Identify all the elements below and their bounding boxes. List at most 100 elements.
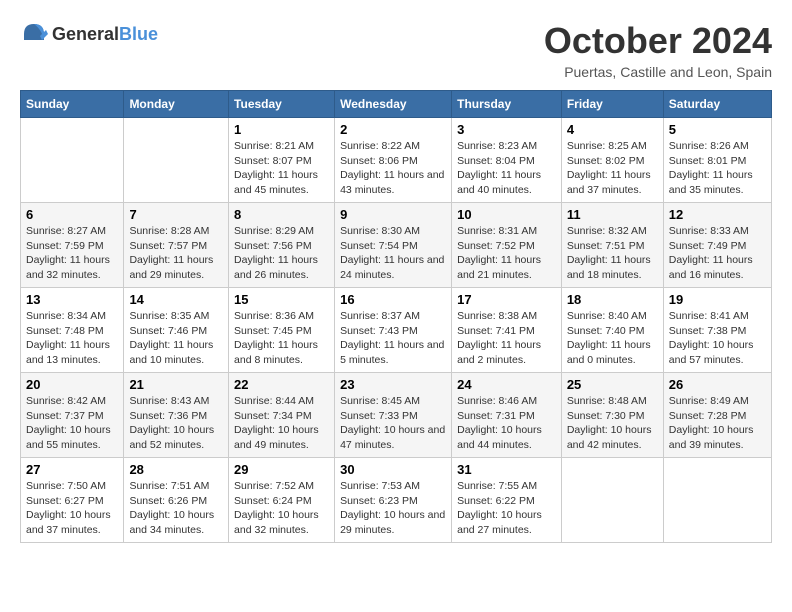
- day-info: Sunrise: 8:34 AM Sunset: 7:48 PM Dayligh…: [26, 309, 118, 368]
- day-cell: 7Sunrise: 8:28 AM Sunset: 7:57 PM Daylig…: [124, 203, 229, 288]
- day-cell: 11 Sunrise: 8:32 AM Sunset: 7:51 PM Dayli…: [561, 203, 663, 288]
- day-number: 7: [129, 207, 223, 222]
- day-info: Sunrise: 8:25 AM Sunset: 8:02 PM Dayligh…: [567, 139, 658, 198]
- week-row-2: 6 Sunrise: 8:27 AM Sunset: 7:59 PM Daylig…: [21, 203, 772, 288]
- day-info: Sunrise: 8:37 AM Sunset: 7:43 PM Dayligh…: [340, 309, 446, 368]
- day-number: 11: [567, 207, 658, 222]
- day-info: Sunrise: 8:35 AM Sunset: 7:46 PM Dayligh…: [129, 309, 223, 368]
- day-info: Sunrise: 8:38 AM Sunset: 7:41 PM Dayligh…: [457, 309, 556, 368]
- day-number: 19: [669, 292, 766, 307]
- day-number: 17: [457, 292, 556, 307]
- day-info: Sunrise: 8:45 AM Sunset: 7:33 PM Dayligh…: [340, 394, 446, 453]
- day-number: 24: [457, 377, 556, 392]
- day-number: 20: [26, 377, 118, 392]
- header-row: SundayMondayTuesdayWednesdayThursdayFrid…: [21, 91, 772, 118]
- day-info: Sunrise: 8:33 AM Sunset: 7:49 PM Dayligh…: [669, 224, 766, 283]
- location: Puertas, Castille and Leon, Spain: [544, 64, 772, 80]
- day-cell: 3Sunrise: 8:23 AM Sunset: 8:04 PM Daylig…: [452, 118, 562, 203]
- day-number: 9: [340, 207, 446, 222]
- day-cell: 16 Sunrise: 8:37 AM Sunset: 7:43 PM Dayli…: [335, 288, 452, 373]
- day-number: 27: [26, 462, 118, 477]
- col-header-saturday: Saturday: [663, 91, 771, 118]
- day-info: Sunrise: 7:51 AM Sunset: 6:26 PM Dayligh…: [129, 479, 223, 538]
- day-number: 2: [340, 122, 446, 137]
- day-number: 28: [129, 462, 223, 477]
- day-cell: [663, 458, 771, 543]
- day-info: Sunrise: 7:53 AM Sunset: 6:23 PM Dayligh…: [340, 479, 446, 538]
- day-cell: 21 Sunrise: 8:43 AM Sunset: 7:36 PM Dayli…: [124, 373, 229, 458]
- week-row-5: 27 Sunrise: 7:50 AM Sunset: 6:27 PM Dayli…: [21, 458, 772, 543]
- day-number: 14: [129, 292, 223, 307]
- col-header-sunday: Sunday: [21, 91, 124, 118]
- day-number: 30: [340, 462, 446, 477]
- day-info: Sunrise: 8:48 AM Sunset: 7:30 PM Dayligh…: [567, 394, 658, 453]
- day-info: Sunrise: 8:32 AM Sunset: 7:51 PM Dayligh…: [567, 224, 658, 283]
- day-info: Sunrise: 7:50 AM Sunset: 6:27 PM Dayligh…: [26, 479, 118, 538]
- logo-text: GeneralBlue: [52, 24, 158, 45]
- day-info: Sunrise: 8:26 AM Sunset: 8:01 PM Dayligh…: [669, 139, 766, 198]
- day-cell: 24 Sunrise: 8:46 AM Sunset: 7:31 PM Dayli…: [452, 373, 562, 458]
- day-cell: 19Sunrise: 8:41 AM Sunset: 7:38 PM Dayli…: [663, 288, 771, 373]
- day-number: 8: [234, 207, 329, 222]
- day-number: 6: [26, 207, 118, 222]
- page-header: GeneralBlue October 2024 Puertas, Castil…: [20, 20, 772, 80]
- day-info: Sunrise: 8:23 AM Sunset: 8:04 PM Dayligh…: [457, 139, 556, 198]
- month-title: October 2024: [544, 20, 772, 62]
- day-info: Sunrise: 8:29 AM Sunset: 7:56 PM Dayligh…: [234, 224, 329, 283]
- day-info: Sunrise: 8:22 AM Sunset: 8:06 PM Dayligh…: [340, 139, 446, 198]
- day-cell: 27 Sunrise: 7:50 AM Sunset: 6:27 PM Dayli…: [21, 458, 124, 543]
- day-cell: 22Sunrise: 8:44 AM Sunset: 7:34 PM Dayli…: [229, 373, 335, 458]
- day-cell: 12 Sunrise: 8:33 AM Sunset: 7:49 PM Dayli…: [663, 203, 771, 288]
- day-cell: 28 Sunrise: 7:51 AM Sunset: 6:26 PM Dayli…: [124, 458, 229, 543]
- day-number: 10: [457, 207, 556, 222]
- day-number: 13: [26, 292, 118, 307]
- week-row-1: 1Sunrise: 8:21 AM Sunset: 8:07 PM Daylig…: [21, 118, 772, 203]
- day-number: 26: [669, 377, 766, 392]
- day-cell: 9 Sunrise: 8:30 AM Sunset: 7:54 PM Daylig…: [335, 203, 452, 288]
- day-number: 12: [669, 207, 766, 222]
- day-cell: 17 Sunrise: 8:38 AM Sunset: 7:41 PM Dayli…: [452, 288, 562, 373]
- day-number: 5: [669, 122, 766, 137]
- day-cell: 10 Sunrise: 8:31 AM Sunset: 7:52 PM Dayli…: [452, 203, 562, 288]
- day-cell: 2 Sunrise: 8:22 AM Sunset: 8:06 PM Daylig…: [335, 118, 452, 203]
- day-number: 31: [457, 462, 556, 477]
- day-info: Sunrise: 8:43 AM Sunset: 7:36 PM Dayligh…: [129, 394, 223, 453]
- day-info: Sunrise: 8:31 AM Sunset: 7:52 PM Dayligh…: [457, 224, 556, 283]
- week-row-3: 13 Sunrise: 8:34 AM Sunset: 7:48 PM Dayli…: [21, 288, 772, 373]
- day-cell: 5 Sunrise: 8:26 AM Sunset: 8:01 PM Daylig…: [663, 118, 771, 203]
- day-number: 15: [234, 292, 329, 307]
- day-cell: 4 Sunrise: 8:25 AM Sunset: 8:02 PM Daylig…: [561, 118, 663, 203]
- logo-icon: [20, 20, 48, 48]
- day-cell: 1Sunrise: 8:21 AM Sunset: 8:07 PM Daylig…: [229, 118, 335, 203]
- week-row-4: 20 Sunrise: 8:42 AM Sunset: 7:37 PM Dayli…: [21, 373, 772, 458]
- day-cell: 25Sunrise: 8:48 AM Sunset: 7:30 PM Dayli…: [561, 373, 663, 458]
- day-number: 4: [567, 122, 658, 137]
- col-header-tuesday: Tuesday: [229, 91, 335, 118]
- day-info: Sunrise: 8:42 AM Sunset: 7:37 PM Dayligh…: [26, 394, 118, 453]
- day-info: Sunrise: 8:30 AM Sunset: 7:54 PM Dayligh…: [340, 224, 446, 283]
- col-header-wednesday: Wednesday: [335, 91, 452, 118]
- day-cell: [561, 458, 663, 543]
- day-number: 16: [340, 292, 446, 307]
- title-area: October 2024 Puertas, Castille and Leon,…: [544, 20, 772, 80]
- day-info: Sunrise: 8:49 AM Sunset: 7:28 PM Dayligh…: [669, 394, 766, 453]
- day-cell: 26 Sunrise: 8:49 AM Sunset: 7:28 PM Dayli…: [663, 373, 771, 458]
- calendar-table: SundayMondayTuesdayWednesdayThursdayFrid…: [20, 90, 772, 543]
- day-info: Sunrise: 7:52 AM Sunset: 6:24 PM Dayligh…: [234, 479, 329, 538]
- day-cell: 23Sunrise: 8:45 AM Sunset: 7:33 PM Dayli…: [335, 373, 452, 458]
- day-cell: [21, 118, 124, 203]
- day-info: Sunrise: 8:46 AM Sunset: 7:31 PM Dayligh…: [457, 394, 556, 453]
- day-number: 1: [234, 122, 329, 137]
- day-number: 21: [129, 377, 223, 392]
- day-info: Sunrise: 8:36 AM Sunset: 7:45 PM Dayligh…: [234, 309, 329, 368]
- day-info: Sunrise: 7:55 AM Sunset: 6:22 PM Dayligh…: [457, 479, 556, 538]
- day-cell: 14 Sunrise: 8:35 AM Sunset: 7:46 PM Dayli…: [124, 288, 229, 373]
- day-cell: 29 Sunrise: 7:52 AM Sunset: 6:24 PM Dayli…: [229, 458, 335, 543]
- col-header-thursday: Thursday: [452, 91, 562, 118]
- day-cell: 18Sunrise: 8:40 AM Sunset: 7:40 PM Dayli…: [561, 288, 663, 373]
- day-info: Sunrise: 8:40 AM Sunset: 7:40 PM Dayligh…: [567, 309, 658, 368]
- day-number: 29: [234, 462, 329, 477]
- day-info: Sunrise: 8:27 AM Sunset: 7:59 PM Dayligh…: [26, 224, 118, 283]
- day-cell: [124, 118, 229, 203]
- logo: GeneralBlue: [20, 20, 158, 48]
